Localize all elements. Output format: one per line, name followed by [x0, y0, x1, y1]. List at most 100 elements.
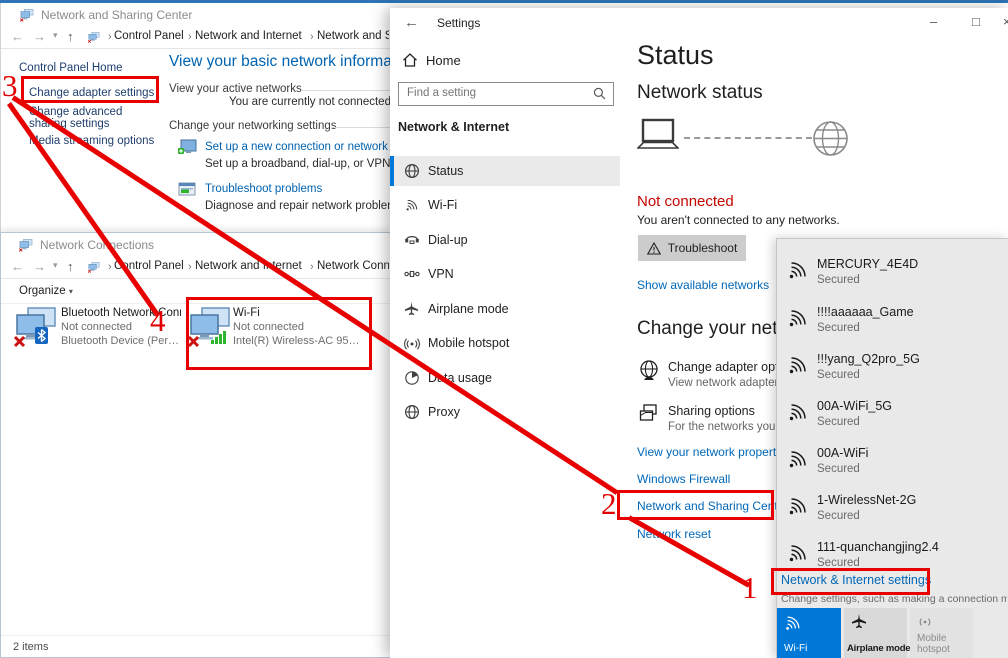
- settings-nav-dialup[interactable]: Dial-up: [390, 225, 620, 255]
- nc-up-button[interactable]: ↑: [67, 259, 74, 274]
- nc-crumb-self[interactable]: Network Connections: [317, 260, 389, 272]
- nc-back-button[interactable]: ←: [11, 259, 24, 274]
- wifi-network-item[interactable]: 00A-WiFi_5G Secured: [777, 399, 1008, 443]
- wifi-secured-icon: [786, 494, 810, 518]
- crumb-separator: ›: [188, 31, 192, 43]
- desktop: Network and Sharing Center ← → ▾ ↑ › Con…: [0, 0, 1008, 658]
- nc-history-dropdown[interactable]: ▾: [53, 260, 58, 271]
- network-connections-window: Network Connections ← → ▾ ↑ › Control Pa…: [0, 232, 391, 658]
- ssid-label: !!!yang_Q2pro_5G: [817, 352, 920, 366]
- crumb-separator: ›: [108, 261, 112, 273]
- sharing-options-icon: [638, 403, 660, 430]
- secured-label: Secured: [817, 416, 860, 428]
- airplane-mode-tile[interactable]: Airplane mode: [844, 608, 907, 658]
- windows-firewall-link[interactable]: Windows Firewall: [637, 472, 730, 486]
- network-sharing-center-window: Network and Sharing Center ← → ▾ ↑ › Con…: [0, 3, 391, 232]
- settings-nav-airplane[interactable]: Airplane mode: [390, 294, 620, 324]
- wifi-network-item[interactable]: !!!yang_Q2pro_5G Secured: [777, 352, 1008, 396]
- annotation-step-4: 4: [150, 303, 166, 339]
- home-icon: [402, 52, 418, 73]
- network-status-heading: Network status: [637, 82, 763, 104]
- section-rule: [301, 90, 391, 91]
- wifi-network-item[interactable]: 00A-WiFi Secured: [777, 446, 1008, 490]
- search-input[interactable]: [399, 83, 587, 103]
- new-connection-icon: [177, 139, 197, 161]
- internet-globe-icon: [812, 120, 849, 162]
- settings-nav-status[interactable]: Status: [390, 156, 620, 186]
- nsc-window-title: Network and Sharing Center: [41, 8, 341, 22]
- annotation-box-network-internet-settings: [771, 568, 930, 595]
- nav-label: Wi-Fi: [428, 198, 457, 212]
- wifi-tile[interactable]: Wi-Fi: [777, 608, 841, 658]
- annotation-step-3: 3: [2, 68, 18, 104]
- maximize-button[interactable]: □: [972, 14, 980, 29]
- wifi-secured-icon: [786, 258, 810, 282]
- nc-app-icon: [18, 239, 34, 258]
- vpn-icon: [404, 266, 420, 282]
- settings-search-box[interactable]: [398, 82, 614, 106]
- annotation-step-2: 2: [601, 486, 617, 522]
- nsc-control-panel-home-link[interactable]: Control Panel Home: [19, 62, 123, 74]
- annotation-step-1: 1: [742, 570, 758, 606]
- wifi-tile-icon: [783, 613, 803, 638]
- nc-organize-button[interactable]: Organize ▾: [19, 285, 73, 297]
- annotation-box-network-sharing-center: [617, 490, 774, 520]
- nsc-back-button[interactable]: ←: [11, 29, 24, 44]
- nsc-history-dropdown[interactable]: ▾: [53, 30, 58, 41]
- troubleshoot-button[interactable]: Troubleshoot: [638, 235, 746, 261]
- nav-label: Dial-up: [428, 233, 468, 247]
- wifi-secured-icon: [786, 306, 810, 330]
- nav-label: VPN: [428, 267, 454, 281]
- wifi-icon: [404, 197, 420, 213]
- show-available-networks-link[interactable]: Show available networks: [637, 278, 769, 292]
- ssid-label: 00A-WiFi: [817, 446, 868, 460]
- settings-section-label: Network & Internet: [398, 120, 509, 134]
- nsc-address-icon: [87, 31, 101, 49]
- nsc-setup-connection-link[interactable]: Set up a new connection or network: [205, 141, 388, 153]
- settings-nav-hotspot[interactable]: Mobile hotspot: [390, 328, 620, 358]
- wifi-secured-icon: [786, 541, 810, 565]
- tile-label: Airplane mode: [847, 643, 910, 654]
- wifi-network-item[interactable]: 1-WirelessNet-2G Secured: [777, 493, 1008, 537]
- close-button[interactable]: ×: [1003, 14, 1008, 29]
- wifi-secured-icon: [786, 353, 810, 377]
- section-rule: [331, 127, 391, 128]
- nav-label: Proxy: [428, 405, 460, 419]
- wifi-network-item[interactable]: MERCURY_4E4D Secured: [777, 257, 1008, 301]
- nsc-app-icon: [19, 9, 35, 23]
- nc-statusbar: 2 items: [1, 635, 391, 657]
- tile-label: Wi-Fi: [784, 643, 807, 654]
- ssid-label: 00A-WiFi_5G: [817, 399, 892, 413]
- nsc-up-button[interactable]: ↑: [67, 29, 74, 44]
- nsc-crumb-control-panel[interactable]: Control Panel: [114, 30, 184, 42]
- wifi-secured-icon: [786, 447, 810, 471]
- settings-nav-wifi[interactable]: Wi-Fi: [390, 190, 620, 220]
- settings-home-link[interactable]: Home: [426, 53, 461, 68]
- airplane-icon: [404, 301, 420, 317]
- mobile-hotspot-tile[interactable]: Mobile hotspot: [910, 608, 973, 658]
- settings-nav-vpn[interactable]: VPN: [390, 259, 620, 289]
- nsc-crumb-self[interactable]: Network and Sharing Center: [317, 30, 389, 42]
- crumb-separator: ›: [188, 261, 192, 273]
- nc-forward-button[interactable]: →: [33, 259, 46, 274]
- nsc-crumb-network-internet[interactable]: Network and Internet: [195, 30, 302, 42]
- secured-label: Secured: [817, 322, 860, 334]
- crumb-separator: ›: [310, 261, 314, 273]
- tile-label: Mobile hotspot: [917, 633, 963, 655]
- nsc-active-networks-label: View your active networks: [169, 83, 302, 95]
- not-connected-status: Not connected: [637, 193, 734, 210]
- data-usage-icon: [404, 370, 420, 386]
- adapter-status: Not connected: [61, 321, 132, 333]
- search-icon[interactable]: [593, 87, 606, 105]
- nsc-forward-button[interactable]: →: [33, 29, 46, 44]
- ssid-label: MERCURY_4E4D: [817, 257, 918, 271]
- nc-window-title: Network Connections: [40, 238, 340, 252]
- nc-crumb-network-internet[interactable]: Network and Internet: [195, 260, 302, 272]
- nav-label: Mobile hotspot: [428, 336, 509, 350]
- nsc-troubleshoot-link[interactable]: Troubleshoot problems: [205, 183, 322, 195]
- wifi-network-item[interactable]: !!!!aaaaaa_Game Secured: [777, 305, 1008, 349]
- minimize-button[interactable]: –: [930, 14, 937, 29]
- settings-back-button[interactable]: ←: [404, 14, 419, 31]
- view-network-properties-link[interactable]: View your network properties: [637, 445, 792, 459]
- annotation-box-change-adapter-settings: [21, 76, 159, 103]
